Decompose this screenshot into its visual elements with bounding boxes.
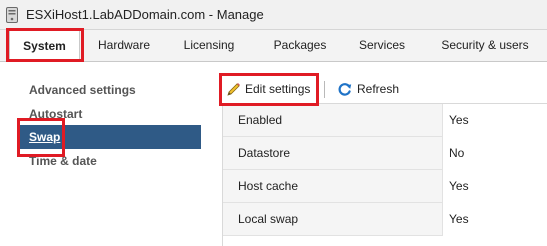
window-title: ESXiHost1.LabADDomain.com - Manage xyxy=(26,7,264,22)
server-icon xyxy=(6,7,18,23)
tab-services[interactable]: Services xyxy=(347,30,417,61)
row-key: Datastore xyxy=(238,146,291,160)
table-row[interactable]: Datastore No xyxy=(223,137,547,170)
settings-sidebar: Advanced settings Autostart Swap Time & … xyxy=(20,78,201,246)
table-row[interactable]: Enabled Yes xyxy=(223,104,547,137)
sidebar-item-advanced-settings[interactable]: Advanced settings xyxy=(20,78,201,102)
table-row[interactable]: Local swap Yes xyxy=(223,203,547,236)
row-value: Yes xyxy=(443,104,547,137)
row-key: Enabled xyxy=(238,113,283,127)
settings-table: Enabled Yes Datastore No Host cache Yes … xyxy=(222,103,547,246)
tab-security-users[interactable]: Security & users xyxy=(430,30,540,61)
sidebar-item-swap[interactable]: Swap xyxy=(20,125,201,149)
row-key: Local swap xyxy=(238,212,299,226)
row-value: Yes xyxy=(443,203,547,236)
tab-hardware[interactable]: Hardware xyxy=(86,30,162,61)
tab-bar: System Hardware Licensing Packages Servi… xyxy=(0,30,547,62)
toolbar: Edit settings Refresh xyxy=(219,74,547,104)
row-key: Host cache xyxy=(238,179,299,193)
sidebar-item-time-date[interactable]: Time & date xyxy=(20,149,201,173)
row-value: Yes xyxy=(443,170,547,203)
table-row[interactable]: Host cache Yes xyxy=(223,170,547,203)
toolbar-divider xyxy=(324,81,325,98)
row-value: No xyxy=(443,137,547,170)
sidebar-item-autostart[interactable]: Autostart xyxy=(20,102,201,126)
edit-settings-label: Edit settings xyxy=(245,82,311,96)
refresh-label: Refresh xyxy=(357,82,400,96)
pencil-icon xyxy=(227,83,240,96)
tab-packages[interactable]: Packages xyxy=(262,30,338,61)
title-bar: ESXiHost1.LabADDomain.com - Manage xyxy=(0,0,547,30)
refresh-icon xyxy=(338,83,352,96)
tab-system[interactable]: System xyxy=(9,30,80,62)
tab-licensing[interactable]: Licensing xyxy=(171,30,247,61)
